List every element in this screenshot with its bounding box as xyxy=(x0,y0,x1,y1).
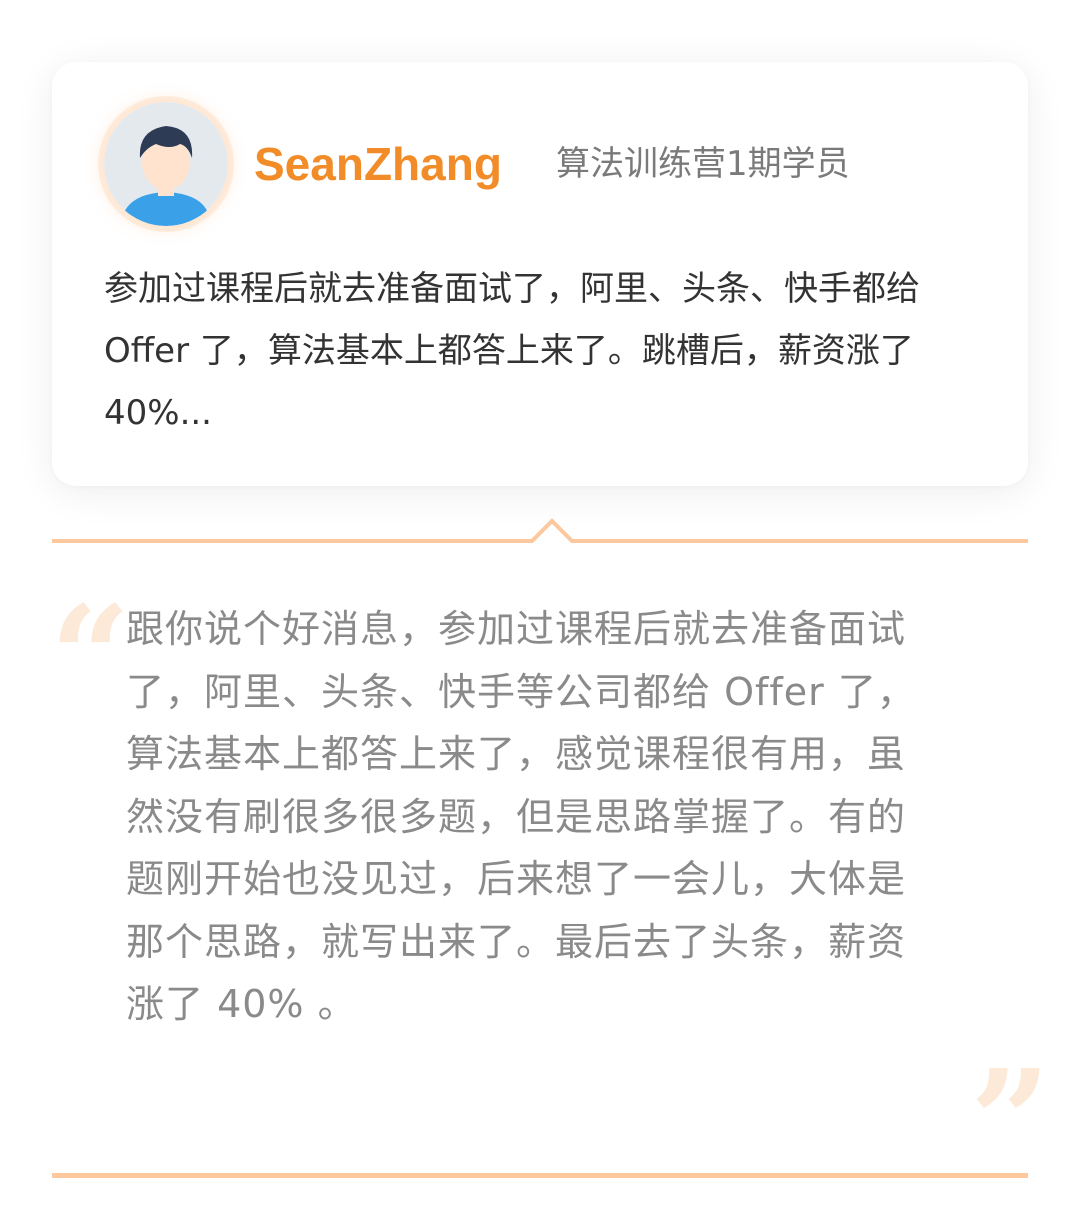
close-quote-icon: ” xyxy=(970,1040,1051,1204)
testimonial-page: SeanZhang 算法训练营1期学员 参加过课程后就去准备面试了，阿里、头条、… xyxy=(0,0,1080,1206)
user-tag: 算法训练营1期学员 xyxy=(556,144,850,184)
user-name: SeanZhang xyxy=(254,138,502,190)
testimonial-text: 跟你说个好消息，参加过课程后就去准备面试了，阿里、头条、快手等公司都给 Offe… xyxy=(126,607,916,1026)
pointer-divider xyxy=(52,518,1028,543)
testimonial-summary: 参加过课程后就去准备面试了，阿里、头条、快手都给 Offer 了，算法基本上都答… xyxy=(104,269,920,433)
student-card: SeanZhang 算法训练营1期学员 参加过课程后就去准备面试了，阿里、头条、… xyxy=(52,62,1028,486)
user-avatar-icon xyxy=(104,102,228,226)
bottom-divider xyxy=(52,1173,1028,1178)
open-quote-icon: “ xyxy=(50,576,131,740)
